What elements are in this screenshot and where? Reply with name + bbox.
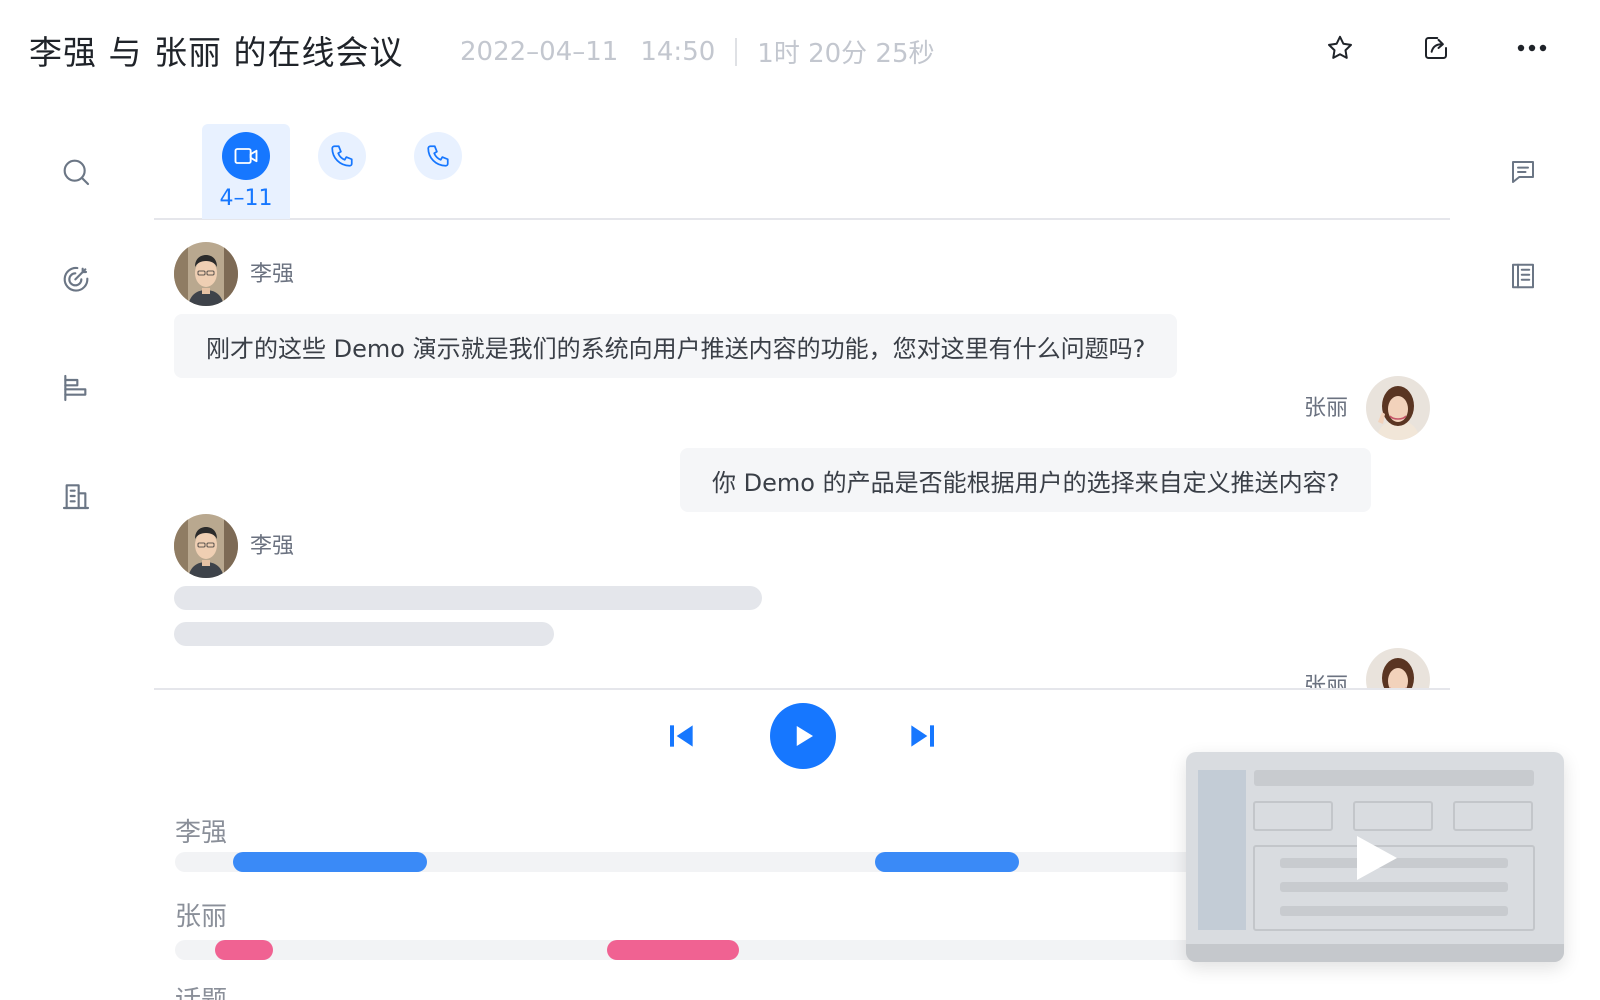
- phone-badge: [318, 132, 366, 180]
- comment-icon: [1512, 161, 1534, 183]
- play-button[interactable]: [770, 703, 836, 769]
- speaker-name: 张丽: [1304, 396, 1349, 421]
- page-title: 李强 与 张丽 的在线会议: [29, 33, 404, 72]
- speaker-name: 李强: [250, 262, 295, 287]
- recording-tab-phone-2[interactable]: [394, 124, 482, 219]
- avatar-woman-image: [1366, 648, 1430, 688]
- meeting-date: 2022–04–11: [460, 36, 619, 67]
- notes-button[interactable]: [1503, 256, 1543, 296]
- video-badge: [222, 132, 270, 180]
- recording-tab-phone-1[interactable]: [298, 124, 386, 219]
- speech-segment[interactable]: [215, 940, 273, 960]
- loading-skeleton-line: [174, 622, 554, 646]
- skip-back-icon: [670, 725, 693, 747]
- skip-forward-icon: [911, 725, 934, 747]
- target-icon: [63, 266, 89, 292]
- building-icon: [62, 484, 90, 510]
- share-button[interactable]: [1418, 30, 1454, 66]
- recording-tab-video[interactable]: 4–11: [202, 124, 290, 219]
- phone-icon: [427, 145, 449, 167]
- phone-badge: [414, 132, 462, 180]
- sidebar-building-button[interactable]: [56, 476, 96, 516]
- header: 李强 与 张丽 的在线会议 2022–04–11 14:50 1时 20分 25…: [0, 0, 1600, 96]
- video-camera-icon: [234, 148, 258, 164]
- meeting-meta: 2022–04–11 14:50 1时 20分 25秒: [460, 33, 935, 70]
- align-left-icon: [64, 374, 87, 402]
- meeting-time: 14:50: [640, 36, 716, 67]
- search-icon: [63, 159, 90, 186]
- speaker-name: 李强: [250, 534, 295, 559]
- meeting-duration: 1时 20分 25秒: [757, 39, 935, 69]
- avatar-li-qiang: [174, 514, 238, 578]
- avatar-zhang-li: [1366, 376, 1430, 440]
- screen-share-preview: [1198, 770, 1535, 931]
- avatar-man-image: [174, 242, 238, 306]
- share-icon: [1425, 37, 1447, 59]
- star-icon: [1328, 35, 1352, 59]
- phone-icon: [331, 145, 353, 167]
- track-label: 话题: [175, 980, 227, 1000]
- recording-tab-label: 4–11: [219, 186, 273, 211]
- speech-segment[interactable]: [233, 852, 427, 872]
- avatar-man-image: [174, 514, 238, 578]
- transcript-panel[interactable]: 李强 刚才的这些 Demo 演示就是我们的系统向用户推送内容的功能，您对这里有什…: [154, 220, 1450, 688]
- previous-button[interactable]: [664, 718, 700, 754]
- more-button[interactable]: [1514, 30, 1550, 66]
- favorite-button[interactable]: [1322, 30, 1358, 66]
- avatar-woman-image: [1366, 376, 1430, 440]
- message-bubble[interactable]: 你 Demo 的产品是否能根据用户的选择来自定义推送内容?: [680, 448, 1372, 512]
- speech-segment[interactable]: [607, 940, 739, 960]
- avatar-zhang-li: [1366, 648, 1430, 688]
- sidebar-target-button[interactable]: [56, 260, 96, 300]
- notes-icon: [1512, 263, 1534, 289]
- more-icon: [1517, 44, 1547, 52]
- speech-segment[interactable]: [875, 852, 1019, 872]
- video-preview-card[interactable]: [1186, 752, 1564, 962]
- track-label: 张丽: [175, 902, 228, 932]
- meta-divider: [735, 37, 738, 66]
- transcript-divider: [154, 688, 1450, 690]
- play-icon: [796, 726, 813, 746]
- sidebar-search-button[interactable]: [56, 152, 96, 192]
- message-bubble[interactable]: 刚才的这些 Demo 演示就是我们的系统向用户推送内容的功能，您对这里有什么问题…: [174, 314, 1178, 378]
- video-preview-progress-bar: [1186, 944, 1564, 962]
- loading-skeleton-line: [174, 586, 762, 610]
- avatar-li-qiang: [174, 242, 238, 306]
- comments-button[interactable]: [1503, 152, 1543, 192]
- recording-tabs: 4–11: [154, 124, 1450, 220]
- track-label: 李强: [175, 818, 228, 848]
- next-button[interactable]: [904, 718, 940, 754]
- sidebar-align-button[interactable]: [56, 368, 96, 408]
- speaker-name: 张丽: [1304, 674, 1349, 688]
